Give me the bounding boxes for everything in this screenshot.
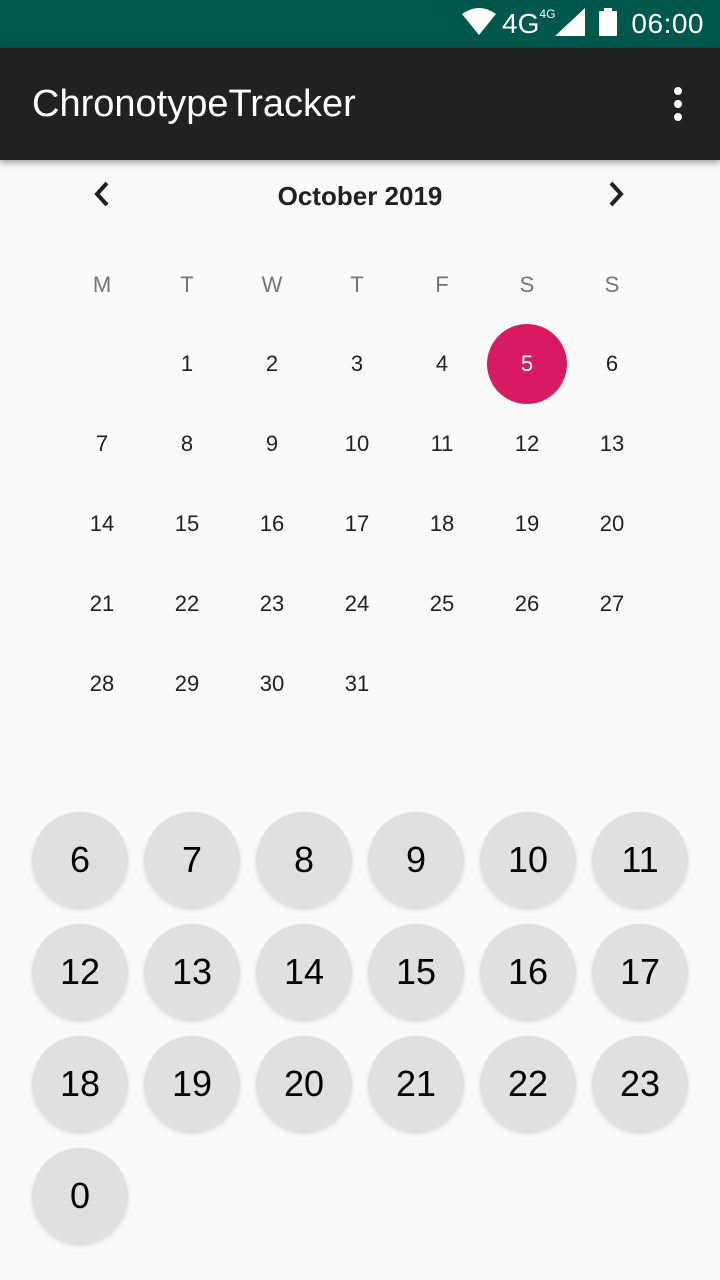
hour-button[interactable]: 17 — [592, 924, 688, 1020]
selected-day[interactable]: 5 — [487, 324, 567, 404]
weekday-label: F — [435, 272, 449, 297]
hour-button[interactable]: 6 — [32, 812, 128, 908]
weekday-label: T — [350, 272, 364, 297]
hour-button[interactable]: 10 — [480, 812, 576, 908]
weekday-label: W — [261, 272, 283, 297]
hour-button[interactable]: 18 — [32, 1036, 128, 1132]
calendar-view: October 2019 MTWTFSS 1 2 3 4 5 6 7 8 9 10 11 12 13 14… — [0, 160, 720, 760]
weekday-label: M — [92, 272, 112, 297]
more-vert-icon — [673, 86, 683, 126]
calendar-day[interactable]: 27 — [572, 564, 652, 644]
calendar-day[interactable]: 22 — [147, 564, 227, 644]
calendar-day[interactable]: 1 — [147, 324, 227, 404]
calendar-day[interactable]: 15 — [147, 484, 227, 564]
calendar-day[interactable]: 13 — [572, 404, 652, 484]
calendar-day[interactable]: 12 — [487, 404, 567, 484]
hour-button[interactable]: 16 — [480, 924, 576, 1020]
calendar-day[interactable]: 25 — [402, 564, 482, 644]
calendar-day[interactable]: 3 — [317, 324, 397, 404]
hour-button[interactable]: 8 — [256, 812, 352, 908]
calendar-day[interactable]: 9 — [232, 404, 312, 484]
hour-button[interactable]: 15 — [368, 924, 464, 1020]
weekday-label: S — [519, 272, 535, 297]
next-month-button[interactable] — [596, 176, 636, 216]
calendar-day[interactable]: 10 — [317, 404, 397, 484]
clock: 06:00 — [631, 8, 704, 39]
hour-button[interactable]: 12 — [32, 924, 128, 1020]
network-type-small-label: 4G — [539, 7, 556, 21]
calendar-day[interactable]: 16 — [232, 484, 312, 564]
calendar-day[interactable]: 4 — [402, 324, 482, 404]
calendar-day[interactable]: 11 — [402, 404, 482, 484]
calendar-day[interactable]: 21 — [62, 564, 142, 644]
calendar-day[interactable]: 30 — [232, 644, 312, 724]
weekday-label: S — [604, 272, 620, 297]
calendar-day[interactable]: 2 — [232, 324, 312, 404]
calendar-day[interactable]: 20 — [572, 484, 652, 564]
calendar-day[interactable]: 19 — [487, 484, 567, 564]
hour-button[interactable]: 23 — [592, 1036, 688, 1132]
network-type-label: 4G — [502, 8, 540, 39]
calendar-day[interactable]: 24 — [317, 564, 397, 644]
chevron-right-icon — [606, 180, 626, 213]
calendar-day[interactable]: 29 — [147, 644, 227, 724]
calendar-day[interactable]: 17 — [317, 484, 397, 564]
calendar-day[interactable]: 26 — [487, 564, 567, 644]
battery-icon — [599, 7, 618, 41]
hour-button[interactable]: 0 — [32, 1148, 128, 1244]
calendar-day[interactable]: 14 — [62, 484, 142, 564]
hour-button[interactable]: 22 — [480, 1036, 576, 1132]
calendar-day[interactable]: 7 — [62, 404, 142, 484]
overflow-menu-button[interactable] — [658, 86, 698, 126]
hour-button[interactable]: 7 — [144, 812, 240, 908]
hour-button[interactable]: 11 — [592, 812, 688, 908]
app-title: ChronotypeTracker — [32, 83, 356, 125]
calendar-day[interactable]: 23 — [232, 564, 312, 644]
calendar-day[interactable]: 31 — [317, 644, 397, 724]
signal-icon — [555, 7, 586, 41]
weekday-label: T — [180, 272, 194, 297]
status-bar: 4G 4G 06:00 — [0, 0, 720, 48]
calendar-day[interactable]: 6 — [572, 324, 652, 404]
hour-button[interactable]: 14 — [256, 924, 352, 1020]
app-bar: ChronotypeTracker — [0, 48, 720, 160]
hour-button[interactable]: 19 — [144, 1036, 240, 1132]
hour-button[interactable]: 9 — [368, 812, 464, 908]
calendar-day[interactable]: 18 — [402, 484, 482, 564]
hour-button[interactable]: 21 — [368, 1036, 464, 1132]
hour-button[interactable]: 13 — [144, 924, 240, 1020]
hour-button[interactable]: 20 — [256, 1036, 352, 1132]
calendar-day[interactable]: 8 — [147, 404, 227, 484]
wifi-icon — [462, 7, 497, 41]
calendar-day[interactable]: 28 — [62, 644, 142, 724]
